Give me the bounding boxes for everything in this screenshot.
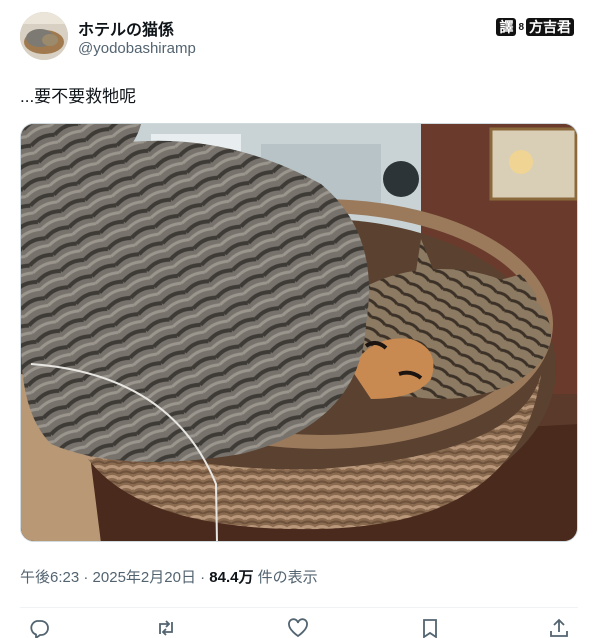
tweet-meta: 午後6:23 · 2025年2月20日 · 84.4万 件の表示 [20, 566, 318, 587]
avatar[interactable] [20, 12, 68, 60]
like-icon [288, 618, 308, 638]
cats-in-basket-photo [21, 124, 577, 541]
share-button[interactable] [548, 618, 570, 638]
watermark-name: 方吉君 [526, 18, 574, 36]
retweet-icon [159, 620, 173, 636]
reply-icon [30, 620, 49, 638]
action-bar [20, 618, 578, 638]
meta-separator: · [83, 569, 89, 586]
tweet-photo[interactable] [20, 123, 578, 542]
display-name[interactable]: ホテルの猫係 [78, 16, 174, 40]
user-handle[interactable]: @yodobashiramp [78, 40, 196, 57]
views-label: 件の表示 [257, 569, 318, 586]
views-count: 84.4万 [209, 569, 254, 586]
tweet-header: ホテルの猫係 @yodobashiramp 譯 8 方吉君 [20, 12, 580, 64]
retweet-button[interactable] [155, 618, 177, 638]
watermark-separator: 8 [518, 21, 524, 33]
share-icon [550, 618, 568, 637]
tweet-text: ...要不要救牠呢 [20, 87, 137, 106]
watermark: 譯 8 方吉君 [496, 18, 574, 36]
reply-button[interactable] [28, 618, 50, 638]
tweet-time[interactable]: 午後6:23 [20, 569, 79, 586]
bookmark-button[interactable] [419, 618, 441, 638]
divider [20, 607, 578, 608]
tweet-date[interactable]: 2025年2月20日 [93, 569, 196, 586]
like-button[interactable] [287, 618, 309, 638]
meta-separator: · [200, 569, 206, 586]
bookmark-icon [423, 619, 437, 638]
watermark-char: 譯 [496, 18, 517, 36]
